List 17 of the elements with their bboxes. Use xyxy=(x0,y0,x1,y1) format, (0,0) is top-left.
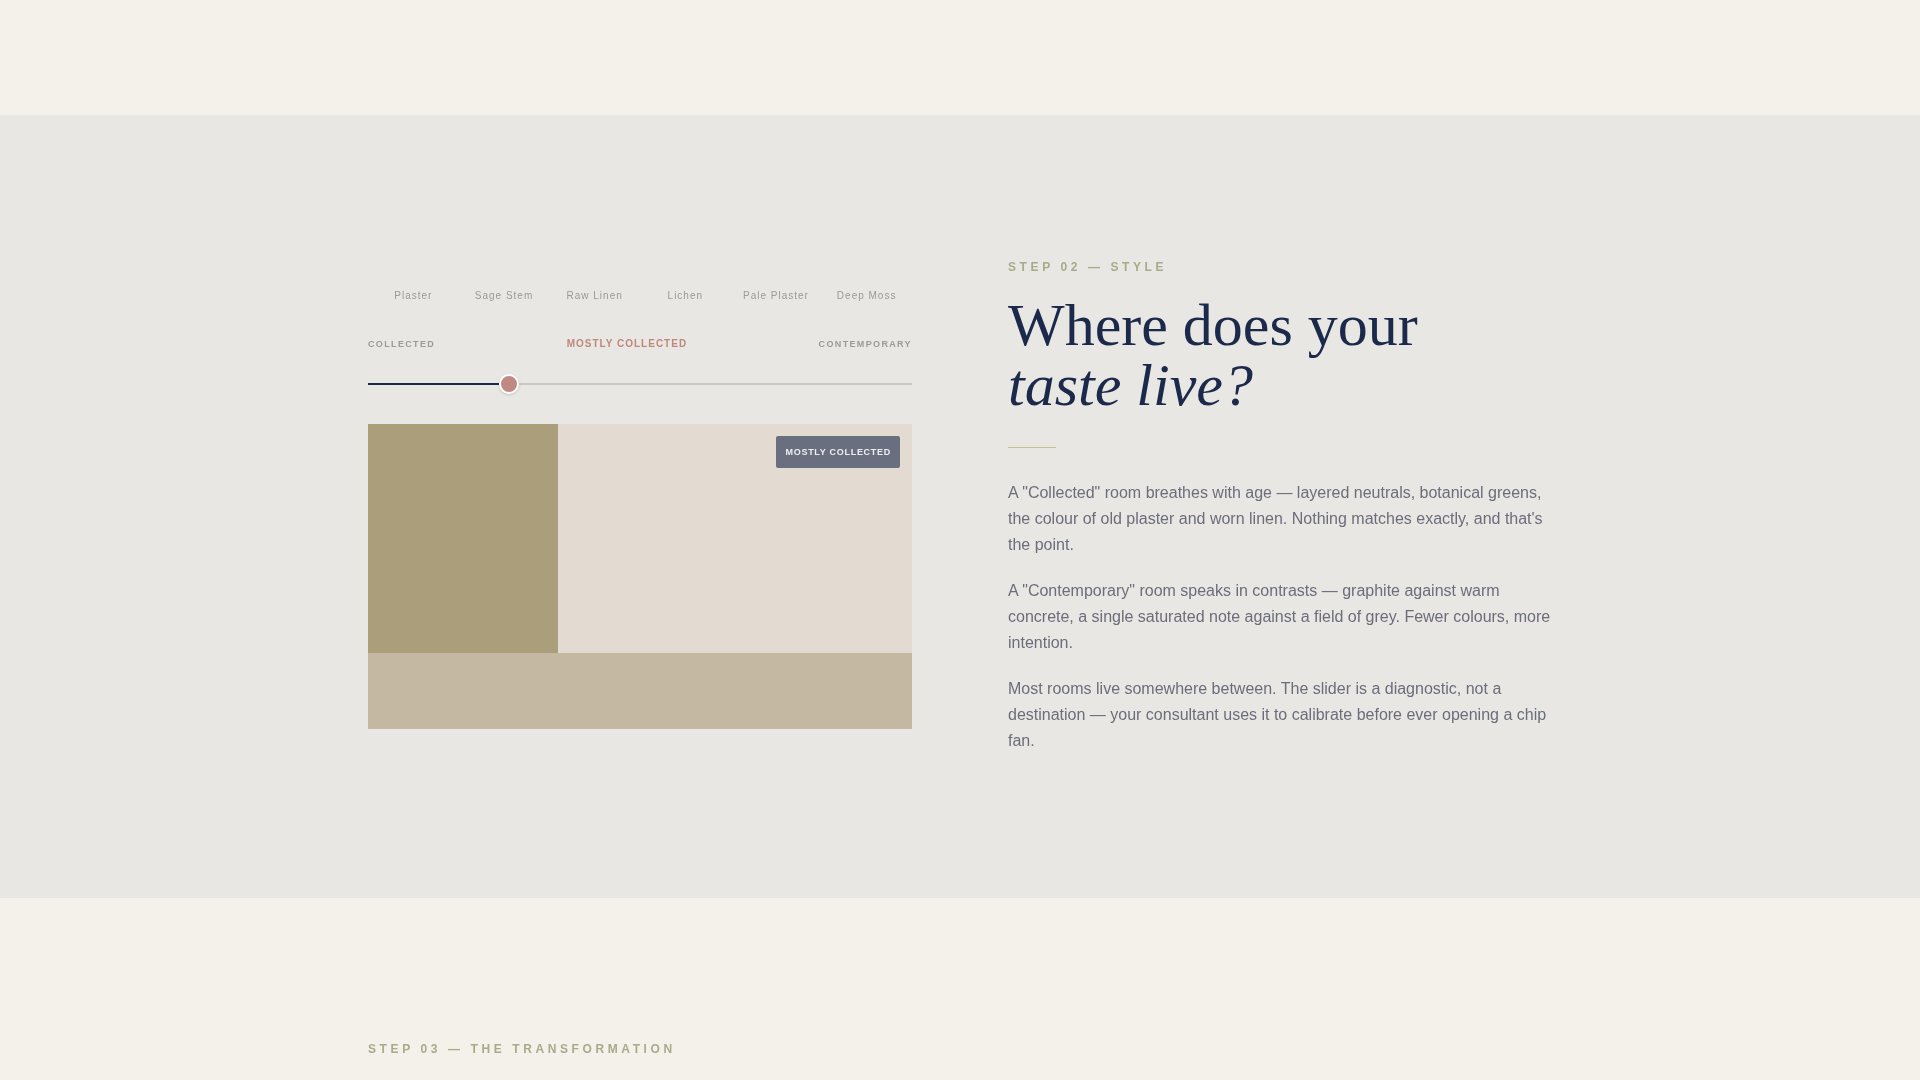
style-badge: MOSTLY COLLECTED xyxy=(776,436,900,468)
heading: Where does your taste live? xyxy=(1008,295,1419,415)
swatch-label: Lichen xyxy=(667,289,704,303)
slider-thumb[interactable] xyxy=(499,374,519,394)
swatch-label: Plaster xyxy=(394,289,433,303)
body-paragraph: A "Collected" room breathes with age — layered neutrals, botanical greens, the colour of old plaster and worn linen. Nothing matches exactly, and that's the point. xyxy=(1008,483,1544,555)
slider-max-label: CONTEMPORARY xyxy=(818,338,912,351)
slider-value-label: MOSTLY COLLECTED xyxy=(566,337,688,351)
slider-min-label: COLLECTED xyxy=(368,338,436,351)
swatch-label: Deep Moss xyxy=(836,289,897,303)
swatch-label: Raw Linen xyxy=(566,289,623,303)
body-paragraph: A "Contemporary" room speaks in contrasts — graphite against warm concrete, a single saturated note against a field of grey. Fewer colours, more intention. xyxy=(1008,581,1552,653)
swatch-label: Sage Stem xyxy=(474,289,534,303)
swatch-label: Pale Plaster xyxy=(743,289,809,303)
step-label: STEP 02 — STYLE xyxy=(1008,259,1169,275)
step-label: STEP 03 — THE TRANSFORMATION xyxy=(368,1041,677,1057)
body-paragraph: Most rooms live somewhere between. The slider is a diagnostic, not a destination — your consultant uses it to calibrate before ever opening a chip fan. xyxy=(1008,679,1548,751)
